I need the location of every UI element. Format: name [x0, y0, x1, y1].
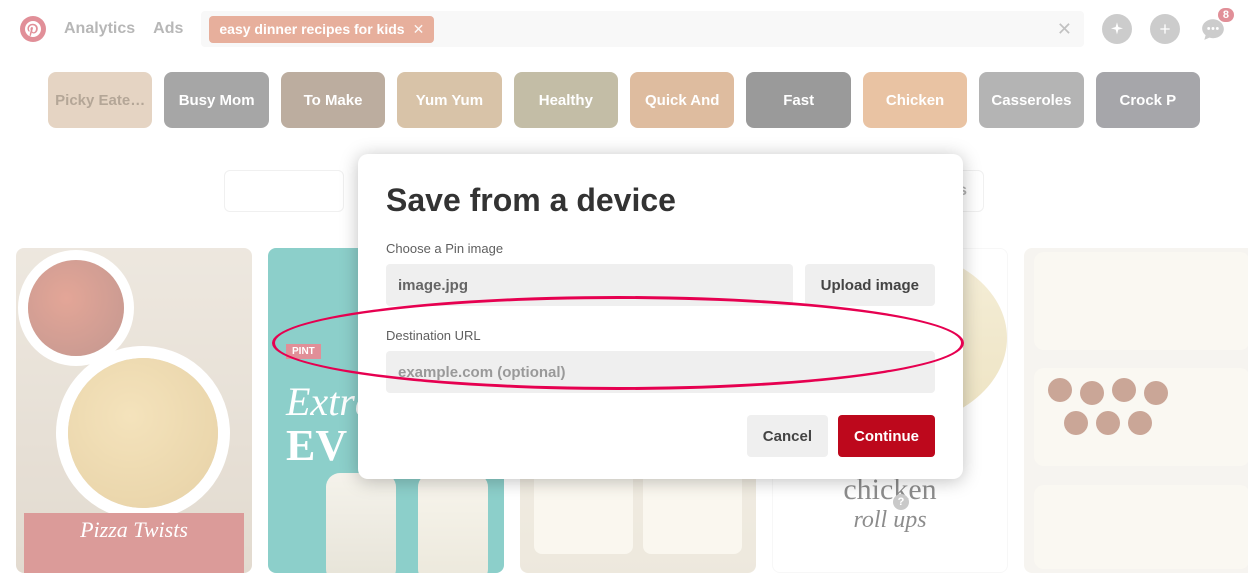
filter-chip-left[interactable] [224, 170, 344, 212]
app-root: Analytics Ads easy dinner recipes for ki… [0, 0, 1248, 573]
category-chip[interactable]: To Make [281, 72, 385, 128]
destination-url-label: Destination URL [386, 328, 935, 343]
pin-text: EV [286, 420, 347, 471]
cancel-button[interactable]: Cancel [747, 415, 828, 457]
category-chip[interactable]: Fast [746, 72, 850, 128]
upload-image-button[interactable]: Upload image [805, 264, 935, 306]
choose-image-label: Choose a Pin image [386, 241, 935, 256]
pin-card[interactable]: PEPPERONI Pizza Twists [16, 248, 252, 573]
category-chip[interactable]: Busy Mom [164, 72, 268, 128]
explore-icon[interactable] [1102, 14, 1132, 44]
nav-analytics[interactable]: Analytics [64, 20, 135, 38]
search-input[interactable]: easy dinner recipes for kids ✕ ✕ [201, 11, 1084, 47]
pinterest-logo-icon[interactable] [20, 16, 46, 42]
category-chip[interactable]: Yum Yum [397, 72, 501, 128]
notification-badge: 8 [1218, 8, 1234, 22]
messages-icon[interactable]: 8 [1198, 14, 1228, 44]
search-clear-icon[interactable]: ✕ [1057, 19, 1072, 40]
global-header: Analytics Ads easy dinner recipes for ki… [0, 0, 1248, 58]
pin-subtitle: Pizza Twists [24, 515, 244, 573]
category-chip[interactable]: Chicken [863, 72, 967, 128]
pin-tag: PINT [286, 344, 321, 359]
category-chip[interactable]: Crock P [1096, 72, 1200, 128]
nav-ads[interactable]: Ads [153, 20, 183, 38]
help-icon[interactable]: ? [893, 494, 909, 510]
add-icon[interactable] [1150, 14, 1180, 44]
chip-remove-icon[interactable]: ✕ [413, 21, 425, 38]
category-chip[interactable]: Quick And [630, 72, 734, 128]
category-chip[interactable]: Casseroles [979, 72, 1083, 128]
destination-url-input[interactable] [386, 351, 935, 393]
save-from-device-modal: Save from a device Choose a Pin image im… [358, 154, 963, 479]
category-chip[interactable]: Picky Eate… [48, 72, 152, 128]
continue-button[interactable]: Continue [838, 415, 935, 457]
category-chip[interactable]: Healthy [514, 72, 618, 128]
pin-card[interactable] [1024, 248, 1248, 573]
pin-image-filename: image.jpg [386, 264, 793, 306]
search-chip-text: easy dinner recipes for kids [219, 21, 404, 37]
search-chip[interactable]: easy dinner recipes for kids ✕ [209, 16, 434, 43]
modal-title: Save from a device [386, 182, 935, 219]
category-row: Picky Eate… Busy Mom To Make Yum Yum Hea… [0, 72, 1248, 128]
